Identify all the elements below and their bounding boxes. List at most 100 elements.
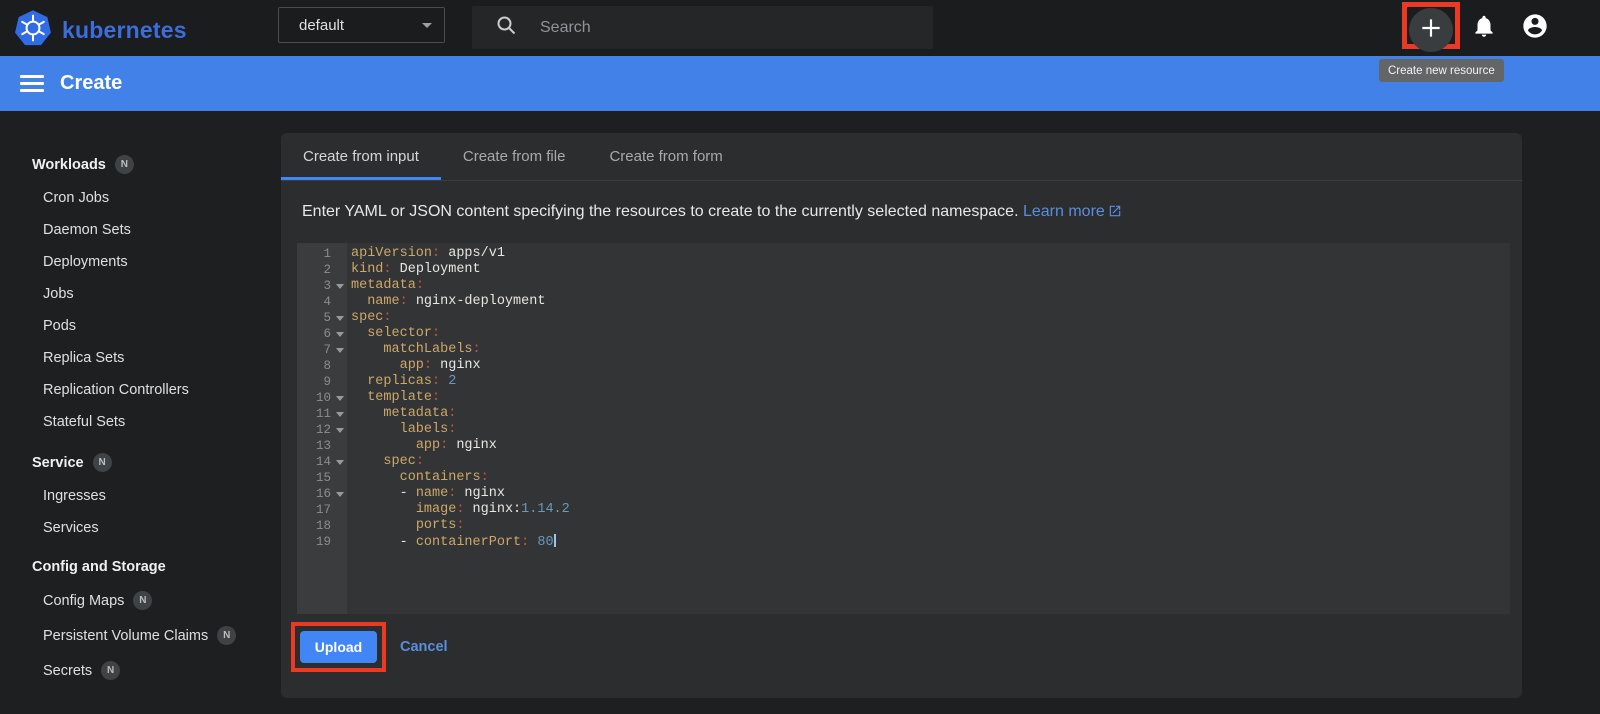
sidebar-group-service: Service N <box>0 445 277 480</box>
search-input[interactable] <box>540 18 880 37</box>
fold-arrow-icon[interactable] <box>336 412 344 417</box>
page-title: Create <box>60 72 123 94</box>
line-number: 13 <box>315 439 331 453</box>
n-badge: N <box>133 591 153 610</box>
sidebar-item-stateful-sets[interactable]: Stateful Sets <box>0 406 277 438</box>
sidebar-item-pods[interactable]: Pods <box>0 310 277 342</box>
search-icon <box>494 13 518 42</box>
brand[interactable]: kubernetes <box>14 9 187 52</box>
sidebar-item-ingresses[interactable]: Ingresses <box>0 480 277 512</box>
code-line: containers: <box>399 470 489 485</box>
code-line: selector: <box>367 326 441 341</box>
line-number: 3 <box>297 278 347 294</box>
kubernetes-logo-icon <box>14 9 52 52</box>
line-number: 19 <box>315 535 331 549</box>
code-line: app: nginx <box>399 358 481 373</box>
content-area: Workloads N Cron Jobs Daemon Sets Deployment… <box>0 111 1600 714</box>
plus-icon <box>1418 15 1444 46</box>
namespace-selector[interactable]: default <box>278 7 445 43</box>
code-line: labels: <box>399 422 457 437</box>
sidebar-nav[interactable]: Workloads N Cron Jobs Daemon Sets Deployment… <box>0 111 277 714</box>
description-text: Enter YAML or JSON content specifying th… <box>302 203 1522 223</box>
brand-wordmark: kubernetes <box>62 17 187 43</box>
external-link-icon <box>1108 204 1122 223</box>
fold-arrow-icon[interactable] <box>336 332 344 337</box>
line-number: 9 <box>323 375 331 389</box>
sidebar-item-deployments[interactable]: Deployments <box>0 246 277 278</box>
sidebar-group-workloads: Workloads N <box>0 147 277 182</box>
sidebar-item-replication-controllers[interactable]: Replication Controllers <box>0 374 277 406</box>
line-number: 14 <box>297 454 347 470</box>
sidebar-item-replica-sets[interactable]: Replica Sets <box>0 342 277 374</box>
code-line: template: <box>367 390 441 405</box>
fold-arrow-icon[interactable] <box>336 460 344 465</box>
account-button[interactable] <box>1521 12 1549 45</box>
content-card: Create from input Create from file Create … <box>281 133 1522 698</box>
line-number: 12 <box>297 422 347 438</box>
line-number: 15 <box>315 471 331 485</box>
annotation-box-add <box>1402 2 1460 52</box>
n-badge: N <box>92 453 112 472</box>
tab-create-from-file[interactable]: Create from file <box>441 133 588 180</box>
app-bar: Create Create new resource <box>0 56 1600 111</box>
fold-arrow-icon[interactable] <box>336 428 344 433</box>
code-line: image: nginx:1.14.2 <box>415 502 570 517</box>
line-number: 4 <box>323 295 331 309</box>
line-number: 7 <box>297 342 347 358</box>
namespace-value: default <box>299 16 345 34</box>
search-bar[interactable] <box>472 6 933 49</box>
description-body: Enter YAML or JSON content specifying th… <box>302 203 1019 220</box>
line-number: 17 <box>315 503 331 517</box>
fold-arrow-icon[interactable] <box>336 492 344 497</box>
fold-arrow-icon[interactable] <box>336 316 344 321</box>
sidebar-item-services[interactable]: Services <box>0 512 277 544</box>
top-bar: kubernetes default <box>0 0 1600 56</box>
code-line: ports: <box>415 518 465 533</box>
editor-code: apiVersion: apps/v1 kind: Deployment metad… <box>347 243 1510 614</box>
n-badge: N <box>114 155 134 174</box>
tooltip-create-new-resource: Create new resource <box>1379 59 1504 82</box>
create-new-resource-button[interactable] <box>1409 8 1453 52</box>
line-number: 10 <box>297 390 347 406</box>
n-badge: N <box>101 661 121 680</box>
line-number: 11 <box>297 406 347 422</box>
learn-more-label: Learn more <box>1022 203 1105 220</box>
line-number: 8 <box>323 359 331 373</box>
line-number: 2 <box>323 263 331 277</box>
sidebar-item-daemon-sets[interactable]: Daemon Sets <box>0 214 277 246</box>
code-line: - containerPort: 80 <box>351 534 556 550</box>
notifications-button[interactable] <box>1470 14 1498 42</box>
code-line: app: nginx <box>415 438 497 453</box>
upload-button[interactable]: Upload <box>300 631 377 663</box>
sidebar-item-persistent-volume-claims[interactable]: Persistent Volume Claims N <box>0 618 277 653</box>
code-line: matchLabels: <box>383 342 481 357</box>
learn-more-link[interactable]: Learn more <box>1023 203 1122 220</box>
sidebar-item-secrets[interactable]: Secrets N <box>0 653 277 688</box>
tab-create-from-form[interactable]: Create from form <box>587 133 744 180</box>
form-actions: Upload Cancel <box>291 622 1522 672</box>
menu-button[interactable] <box>20 71 46 97</box>
code-line: replicas: 2 <box>367 374 457 389</box>
line-number: 6 <box>297 326 347 342</box>
sidebar-item-cron-jobs[interactable]: Cron Jobs <box>0 182 277 214</box>
fold-arrow-icon[interactable] <box>336 348 344 353</box>
n-badge: N <box>217 626 237 645</box>
account-icon <box>1521 12 1549 45</box>
yaml-editor[interactable]: 1 2 3 4 5 6 7 8 9 10 11 12 13 14 15 16 17 18 19 apiVersion… <box>297 243 1510 614</box>
code-line: spec: <box>383 454 424 469</box>
sidebar-item-config-maps[interactable]: Config Maps N <box>0 583 277 618</box>
cancel-button[interactable]: Cancel <box>400 639 448 655</box>
line-number: 1 <box>323 247 331 261</box>
fold-arrow-icon[interactable] <box>336 284 344 289</box>
code-line: kind: Deployment <box>351 262 481 277</box>
line-number: 5 <box>297 310 347 326</box>
line-number: 18 <box>315 519 331 533</box>
code-line: - name: nginx <box>351 486 505 501</box>
annotation-box-upload: Upload <box>291 622 386 672</box>
text-cursor <box>553 534 556 547</box>
code-line: name: nginx-deployment <box>367 294 546 309</box>
sidebar-item-jobs[interactable]: Jobs <box>0 278 277 310</box>
fold-arrow-icon[interactable] <box>336 396 344 401</box>
bell-icon <box>1471 13 1497 44</box>
tab-create-from-input[interactable]: Create from input <box>281 133 441 180</box>
